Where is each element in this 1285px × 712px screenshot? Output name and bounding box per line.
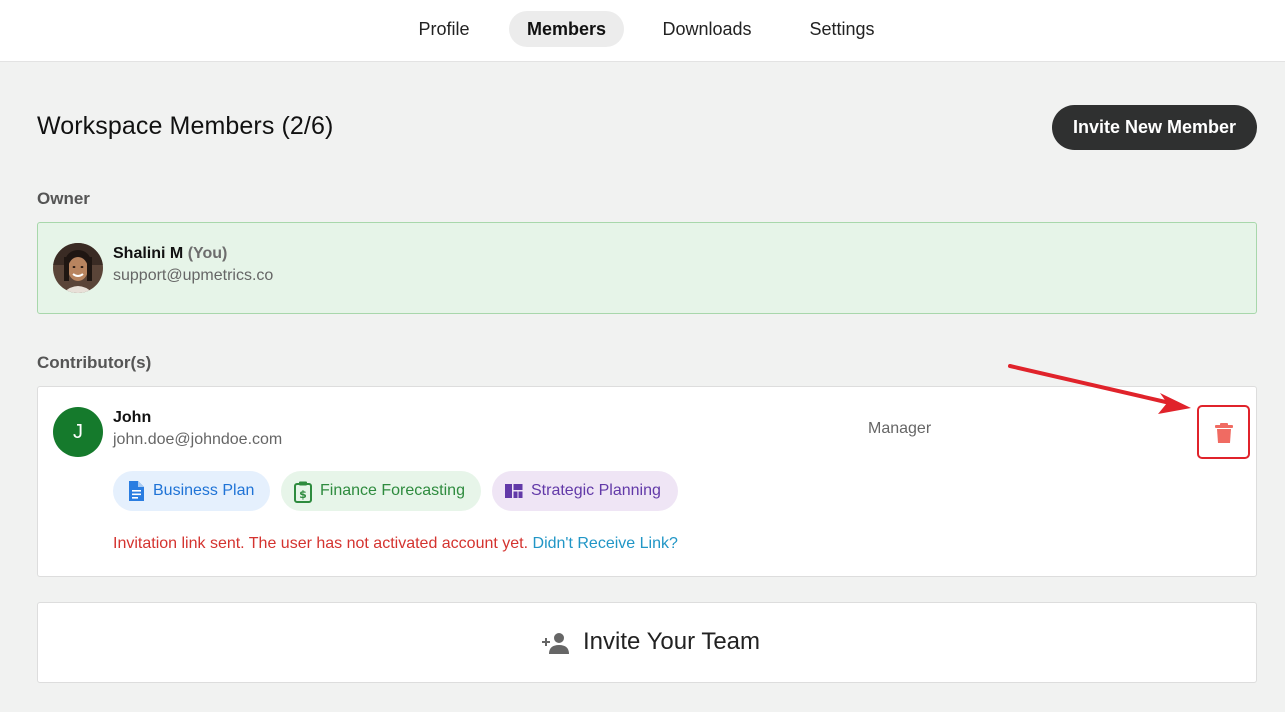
tab-profile[interactable]: Profile xyxy=(399,11,489,47)
chip-label: Finance Forecasting xyxy=(320,482,465,499)
invitation-status-text: Invitation link sent. The user has not a… xyxy=(113,535,529,552)
page-title: Workspace Members (2/6) xyxy=(37,112,334,140)
contributor-card: J John john.doe@johndoe.com Manager Busi… xyxy=(37,386,1257,577)
contributor-email: john.doe@johndoe.com xyxy=(113,431,283,448)
contributor-name: John xyxy=(113,409,152,426)
module-chip-business-plan[interactable]: Business Plan xyxy=(113,471,270,511)
invitation-status: Invitation link sent. The user has not a… xyxy=(113,535,678,553)
owner-email: support@upmetrics.co xyxy=(113,267,274,284)
owner-avatar xyxy=(53,243,103,293)
trash-icon xyxy=(1215,423,1233,443)
tab-members[interactable]: Members xyxy=(509,11,624,47)
owner-name: Shalini M xyxy=(113,245,184,262)
chip-label: Strategic Planning xyxy=(531,482,661,499)
finance-clipboard-icon: $ xyxy=(294,481,312,503)
document-icon xyxy=(129,481,144,501)
invite-new-member-button[interactable]: Invite New Member xyxy=(1052,105,1257,150)
top-navigation: Profile Members Downloads Settings xyxy=(0,0,1285,62)
owner-name-line: Shalini M (You) xyxy=(113,245,227,263)
contributors-section-label: Contributor(s) xyxy=(37,353,152,372)
invite-your-team-label: Invite Your Team xyxy=(583,628,761,655)
contributor-role[interactable]: Manager xyxy=(868,420,931,438)
svg-text:$: $ xyxy=(299,488,307,501)
resend-link[interactable]: Didn't Receive Link? xyxy=(533,535,678,552)
contributor-avatar: J xyxy=(53,407,103,457)
dashboard-icon xyxy=(505,484,523,498)
tab-downloads[interactable]: Downloads xyxy=(644,11,770,47)
chip-label: Business Plan xyxy=(153,482,255,499)
owner-section-label: Owner xyxy=(37,189,90,208)
module-chip-strategic-planning[interactable]: Strategic Planning xyxy=(492,471,678,511)
invite-your-team-button[interactable]: Invite Your Team xyxy=(37,602,1257,683)
module-chip-finance-forecasting[interactable]: $ Finance Forecasting xyxy=(281,471,481,511)
owner-card: Shalini M (You) support@upmetrics.co xyxy=(37,222,1257,314)
add-person-icon xyxy=(542,633,569,654)
owner-you-tag: (You) xyxy=(187,245,228,262)
delete-member-button[interactable] xyxy=(1197,405,1250,459)
tab-settings[interactable]: Settings xyxy=(790,11,894,47)
